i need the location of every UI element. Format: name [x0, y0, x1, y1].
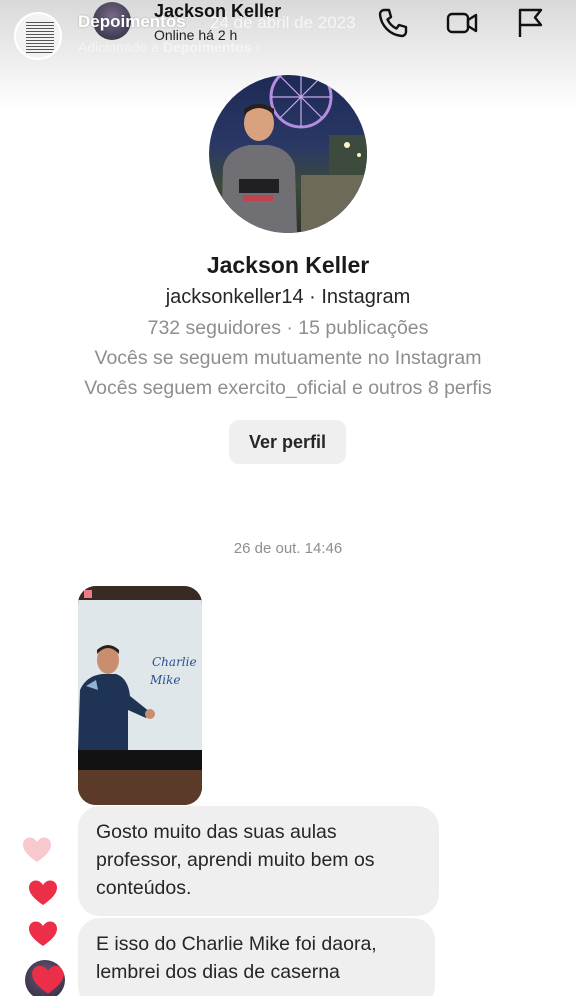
story-added-prefix: Adicionado a: [78, 39, 163, 55]
board-text-line2: Mike: [149, 673, 181, 687]
heart-outline-icon[interactable]: [22, 836, 52, 864]
story-highlight-title[interactable]: Depoimentos: [78, 12, 186, 32]
message-timestamp: 26 de out. 14:46: [233, 540, 343, 557]
heart-icon[interactable]: [28, 920, 58, 948]
message-bubble[interactable]: E isso do Charlie Mike foi daora, lembre…: [78, 918, 435, 996]
document-thumbnail-icon: [26, 22, 54, 54]
view-profile-button[interactable]: Ver perfil: [229, 420, 346, 464]
board-text-line1: Charlie: [152, 655, 197, 669]
shared-video-message[interactable]: Charlie Mike: [78, 586, 202, 805]
video-thumbnail: Charlie Mike: [78, 586, 202, 805]
reactor-avatar[interactable]: [25, 960, 65, 996]
profile-stats: 732 seguidores · 15 publicações: [147, 317, 429, 339]
profile-photo-illustration: [221, 75, 367, 233]
flag-icon[interactable]: [513, 6, 547, 40]
message-bubble[interactable]: Gosto muito das suas aulas professor, ap…: [78, 806, 439, 916]
profile-handle: jacksonkeller14 · Instagram: [165, 286, 411, 308]
video-camera-icon[interactable]: [445, 6, 479, 40]
heart-icon[interactable]: [28, 879, 58, 907]
profile-mutual-follow: Vocês se seguem mutuamente no Instagram: [94, 347, 482, 369]
story-date: 24 de abril de 2023: [210, 13, 356, 32]
heart-icon: [32, 965, 64, 994]
story-overlay-bar: Jackson Keller Online há 2 h Depoimentos…: [0, 0, 576, 70]
story-added-target: Depoimentos: [162, 39, 252, 55]
profile-name: Jackson Keller: [206, 252, 370, 278]
profile-following-info: Vocês seguem exercito_oficial e outros 8…: [84, 377, 492, 399]
story-added-to[interactable]: Adicionado a Depoimentos ›: [78, 39, 260, 55]
chevron-right-icon: ›: [255, 39, 261, 55]
profile-avatar[interactable]: [209, 75, 367, 233]
story-avatar[interactable]: [14, 12, 62, 60]
phone-icon[interactable]: [376, 6, 410, 40]
